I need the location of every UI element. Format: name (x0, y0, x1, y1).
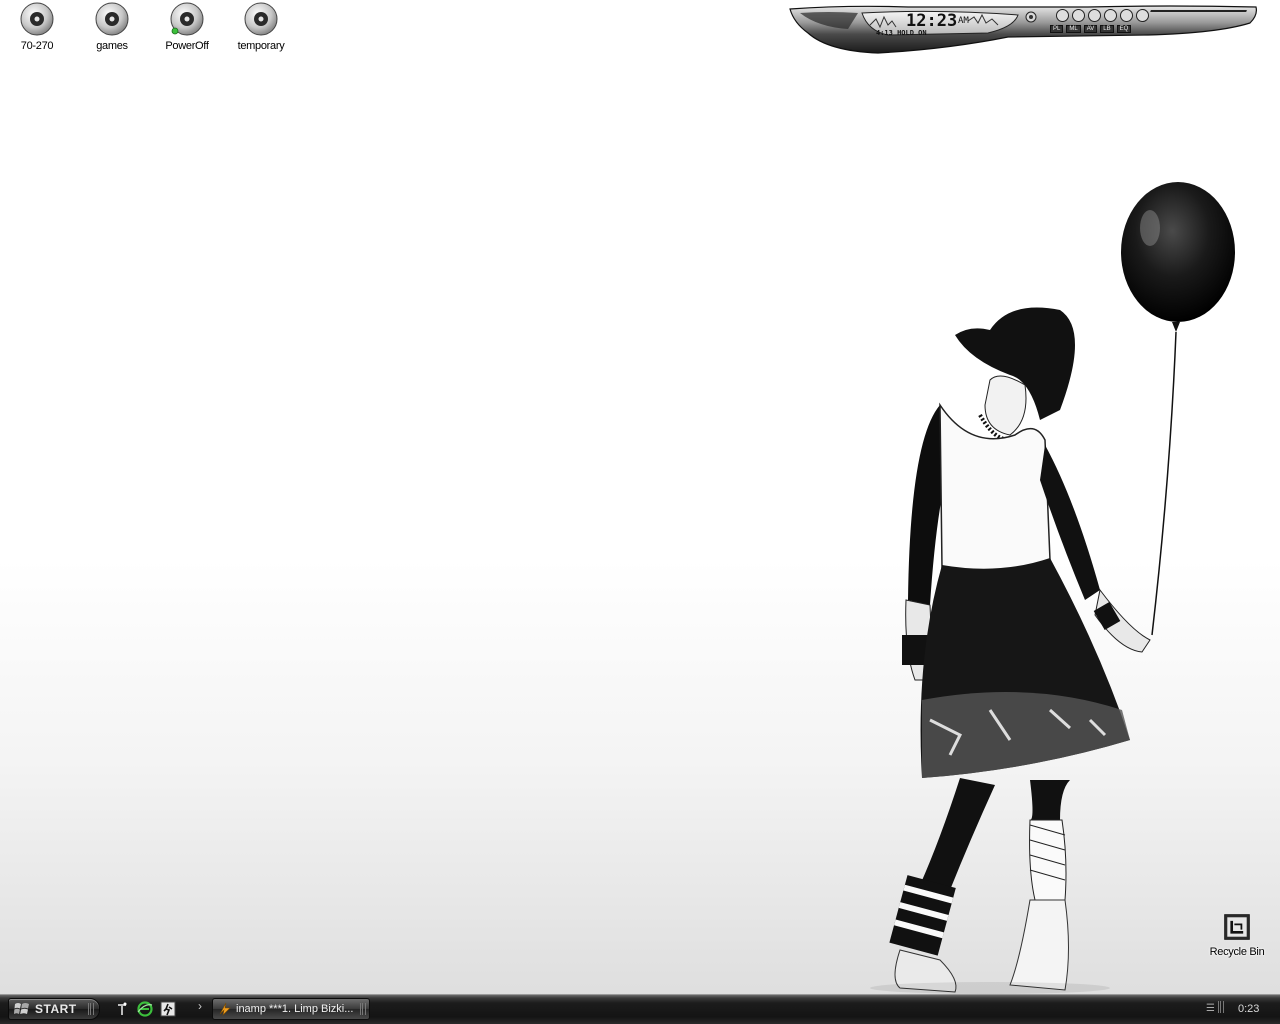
winamp-bolt-icon (219, 1002, 231, 1016)
media-library-button[interactable]: ML (1066, 25, 1081, 33)
tray-grip (1218, 1001, 1224, 1013)
desktop-icon-70-270[interactable]: 70-270 (5, 2, 69, 52)
system-tray: ☰ 0:23 (1202, 997, 1278, 1021)
taskbar-grip[interactable] (360, 1003, 366, 1015)
task-label: inamp ***1. Limp Bizki... (236, 1003, 354, 1015)
taskbar-grip[interactable] (88, 1003, 94, 1015)
cd-disc-icon (20, 2, 54, 36)
desktop-icon-label: Recycle Bin (1209, 946, 1265, 958)
pause-icon[interactable] (1088, 9, 1101, 22)
show-desktop-icon[interactable] (114, 1001, 130, 1017)
internet-explorer-icon[interactable] (137, 1001, 153, 1017)
desktop-icon-poweroff[interactable]: PowerOff (155, 2, 219, 52)
chevron-right-icon[interactable]: › (198, 999, 202, 1013)
cd-disc-icon (95, 2, 129, 36)
winamp-transport-controls (1056, 9, 1149, 22)
tray-clock[interactable]: 0:23 (1238, 1003, 1259, 1015)
windows-flag-icon (14, 1003, 29, 1014)
winamp-status-text: 4:13 HOLD ON (876, 29, 927, 37)
tray-menu-icon[interactable]: ☰ (1206, 1003, 1215, 1014)
recycle-bin-icon (1224, 914, 1250, 940)
desktop-icon-temporary[interactable]: temporary (229, 2, 293, 52)
av-button[interactable]: AV (1083, 25, 1098, 33)
wallpaper-girl-with-balloon (870, 182, 1235, 994)
desktop-icon-label: temporary (237, 40, 285, 52)
stop-icon[interactable] (1104, 9, 1117, 22)
previous-icon[interactable] (1056, 9, 1069, 22)
winamp-volume-slider[interactable] (1145, 10, 1247, 26)
taskbar: START › inamp ***1. Limp Bizki... ☰ 0:23 (0, 994, 1280, 1024)
desktop: 70-270 games PowerOff temporary 12:23 AM… (0, 0, 1280, 1024)
cd-disc-icon (244, 2, 278, 36)
cd-disc-icon (170, 2, 204, 36)
winamp-time-display: 12:23 (906, 11, 958, 31)
start-button[interactable]: START (8, 998, 100, 1020)
desktop-icon-label: PowerOff (165, 40, 209, 52)
next-icon[interactable] (1120, 9, 1133, 22)
lb-button[interactable]: LB (1100, 25, 1114, 33)
equalizer-button[interactable]: EQ (1116, 25, 1132, 33)
desktop-icon-recycle-bin[interactable]: Recycle Bin (1205, 912, 1269, 958)
playlist-button[interactable]: PL (1050, 25, 1064, 33)
desktop-icon-label: games (96, 40, 128, 52)
winamp-window-buttons: PL ML AV LB EQ (1050, 25, 1132, 33)
desktop-icon-games[interactable]: games (80, 2, 144, 52)
taskbar-button-winamp[interactable]: inamp ***1. Limp Bizki... (212, 998, 370, 1020)
desktop-icon-label: 70-270 (20, 40, 54, 52)
play-icon[interactable] (1072, 9, 1085, 22)
winamp-player[interactable]: 12:23 AM 4:13 HOLD ON PL ML AV LB EQ (788, 3, 1260, 55)
start-label: START (35, 1002, 77, 1016)
winamp-ampm: AM (958, 16, 969, 26)
counter-strike-icon[interactable] (160, 1001, 176, 1017)
